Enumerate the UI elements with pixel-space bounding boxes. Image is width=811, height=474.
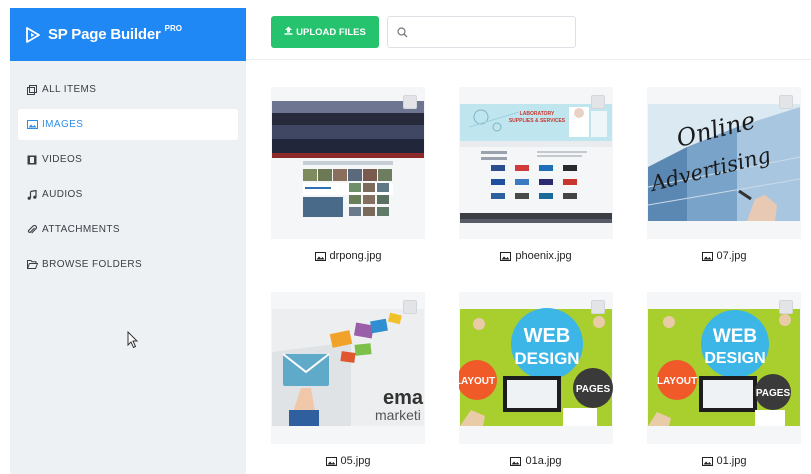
upload-files-button[interactable]: UPLOAD FILES — [271, 16, 379, 48]
sidebar: SP Page Builder PRO ALL ITEMS IMAGES VID… — [10, 8, 246, 474]
search-box[interactable] — [387, 16, 576, 48]
media-tile[interactable]: Online Advertising 07.jpg — [647, 87, 801, 273]
image-icon — [510, 456, 522, 466]
folder-open-icon — [26, 259, 38, 271]
file-caption: 01.jpg — [647, 444, 801, 474]
media-tile[interactable]: WEB DESIGN LAYOUT PAGES 01a.jpg — [459, 292, 613, 474]
sidebar-item-label: IMAGES — [42, 119, 84, 130]
sp-logo-icon — [26, 26, 40, 43]
art-text-line: PAGES — [756, 388, 791, 399]
image-icon — [325, 456, 337, 466]
art-text-line: PAGES — [576, 384, 611, 395]
sidebar-item-attachments[interactable]: ATTACHMENTS — [18, 214, 238, 245]
search-icon — [388, 26, 416, 38]
online-advertising-thumbnail: Online Advertising — [647, 87, 801, 239]
brand-name: SP Page Builder — [48, 26, 161, 43]
grid-icon — [26, 84, 38, 96]
file-caption: 01a.jpg — [459, 444, 613, 474]
sidebar-item-audios[interactable]: AUDIOS — [18, 179, 238, 210]
select-checkbox[interactable] — [403, 300, 417, 314]
select-checkbox[interactable] — [779, 300, 793, 314]
search-input[interactable] — [416, 18, 566, 46]
file-name: phoenix.jpg — [515, 250, 572, 262]
sidebar-item-all-items[interactable]: ALL ITEMS — [18, 74, 238, 105]
supplies-site-thumbnail: LABORATORY SUPPLIES & SERVICES — [459, 87, 613, 239]
sidebar-item-label: VIDEOS — [42, 154, 83, 165]
select-checkbox[interactable] — [779, 95, 793, 109]
web-design-thumbnail: WEB DESIGN LAYOUT PAGES — [459, 292, 613, 444]
web-design-thumbnail: WEB DESIGN LAYOUT PAGES — [647, 292, 801, 444]
art-text-line: ema — [383, 387, 424, 409]
file-caption: phoenix.jpg — [459, 239, 613, 273]
file-name: 05.jpg — [340, 455, 371, 467]
file-name: 01.jpg — [716, 455, 747, 467]
sidebar-item-browse-folders[interactable]: BROWSE FOLDERS — [18, 249, 238, 280]
select-checkbox[interactable] — [591, 300, 605, 314]
film-icon — [26, 154, 38, 166]
sidebar-item-label: ALL ITEMS — [42, 84, 97, 95]
media-tile[interactable]: drpong.jpg — [271, 87, 425, 273]
art-text-line: LAYOUT — [657, 376, 697, 387]
media-tile[interactable]: LABORATORY SUPPLIES & SERVICES phoenix.j… — [459, 87, 613, 273]
file-name: drpong.jpg — [329, 250, 382, 262]
select-checkbox[interactable] — [403, 95, 417, 109]
art-text-line: DESIGN — [704, 350, 765, 367]
art-text-line: WEB — [524, 325, 571, 347]
file-caption: 05.jpg — [271, 444, 425, 474]
image-icon — [314, 251, 326, 261]
image-icon — [26, 119, 38, 131]
image-thumbnail[interactable]: WEB DESIGN LAYOUT PAGES — [647, 292, 801, 444]
image-icon — [701, 456, 713, 466]
file-caption: 07.jpg — [647, 239, 801, 273]
sidebar-item-videos[interactable]: VIDEOS — [18, 144, 238, 175]
sidebar-item-images[interactable]: IMAGES — [18, 109, 238, 140]
banner-title: LABORATORY — [520, 111, 555, 117]
mouse-pointer-icon — [127, 331, 139, 349]
image-icon — [500, 251, 512, 261]
image-icon — [701, 251, 713, 261]
banner-subtitle: SUPPLIES & SERVICES — [509, 118, 566, 124]
brand-header[interactable]: SP Page Builder PRO — [10, 8, 246, 61]
image-thumbnail[interactable]: WEB DESIGN LAYOUT PAGES — [459, 292, 613, 444]
file-name: 07.jpg — [716, 250, 747, 262]
brand-badge: PRO — [164, 24, 182, 33]
media-type-nav: ALL ITEMS IMAGES VIDEOS AUDIOS ATTACHMEN… — [10, 61, 246, 280]
toolbar: UPLOAD FILES — [246, 8, 811, 60]
email-marketing-thumbnail: ema marketi — [271, 292, 425, 444]
art-text-line: WEB — [713, 326, 757, 347]
image-thumbnail[interactable]: Online Advertising — [647, 87, 801, 239]
art-text-line: DESIGN — [514, 349, 579, 368]
upload-icon — [284, 26, 293, 38]
image-thumbnail[interactable] — [271, 87, 425, 239]
image-thumbnail[interactable]: ema marketi — [271, 292, 425, 444]
art-text-line: LAYOUT — [459, 376, 495, 387]
select-checkbox[interactable] — [591, 95, 605, 109]
group-photo-thumbnail — [271, 87, 425, 239]
image-thumbnail[interactable]: LABORATORY SUPPLIES & SERVICES — [459, 87, 613, 239]
paperclip-icon — [26, 224, 38, 236]
sidebar-item-label: BROWSE FOLDERS — [42, 259, 143, 270]
art-text-line: marketi — [375, 407, 421, 423]
music-icon — [26, 189, 38, 201]
media-tile[interactable]: WEB DESIGN LAYOUT PAGES 01.jpg — [647, 292, 801, 474]
sidebar-item-label: ATTACHMENTS — [42, 224, 120, 235]
media-tile[interactable]: ema marketi 05.jpg — [271, 292, 425, 474]
upload-files-label: UPLOAD FILES — [296, 26, 366, 38]
file-name: 01a.jpg — [525, 455, 562, 467]
sidebar-item-label: AUDIOS — [42, 189, 83, 200]
file-caption: drpong.jpg — [271, 239, 425, 273]
